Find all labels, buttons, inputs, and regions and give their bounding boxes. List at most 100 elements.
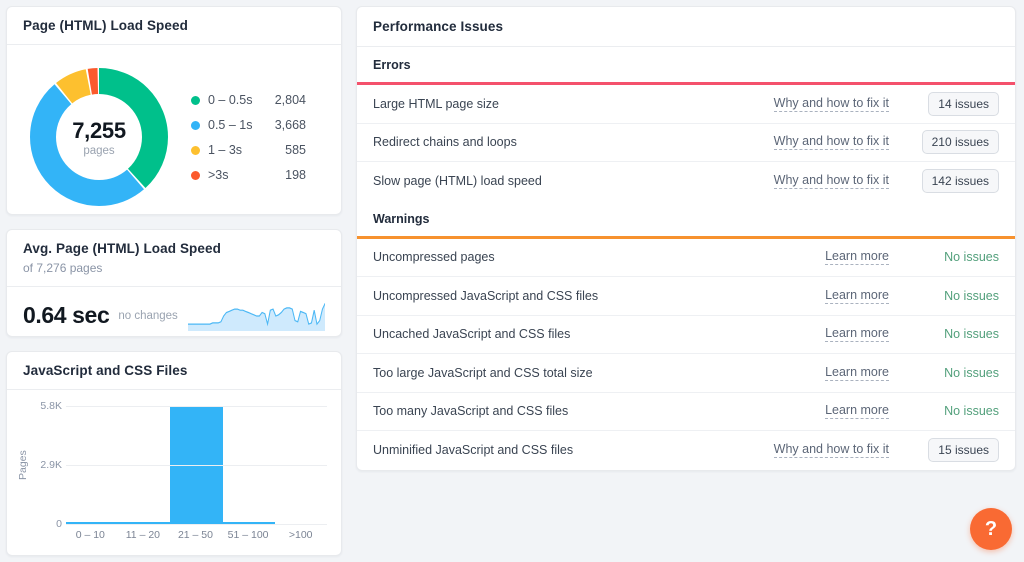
legend-color-dot	[191, 96, 200, 105]
bar-chart-x-tick-label: 11 – 20	[117, 529, 170, 541]
avg-load-speed-value: 0.64 sec	[23, 302, 109, 329]
bar-chart-plot-area	[66, 406, 327, 524]
warnings-section-title: Warnings	[357, 201, 1015, 236]
errors-list: Large HTML page sizeWhy and how to fix i…	[357, 85, 1015, 201]
issue-name: Uncompressed JavaScript and CSS files	[373, 289, 825, 303]
bar-chart-y-tick-label: 2.9K	[40, 459, 62, 471]
issue-count: 142 issues	[915, 169, 999, 193]
issue-row: Large HTML page sizeWhy and how to fix i…	[357, 85, 1015, 124]
help-button[interactable]: ?	[970, 508, 1012, 550]
bar-chart-x-tick-label: 21 – 50	[169, 529, 222, 541]
bar-chart-gridline	[66, 406, 327, 407]
bar-chart-y-tick-label: 5.8K	[40, 400, 62, 412]
issue-row: Too many JavaScript and CSS filesLearn m…	[357, 393, 1015, 432]
issue-name: Uncompressed pages	[373, 250, 825, 264]
issue-help-link[interactable]: Learn more	[825, 249, 889, 265]
issue-row: Slow page (HTML) load speedWhy and how t…	[357, 162, 1015, 201]
issue-help-link[interactable]: Why and how to fix it	[774, 96, 889, 112]
issue-count: No issues	[915, 289, 999, 303]
issue-count: No issues	[915, 404, 999, 418]
issue-help-link[interactable]: Why and how to fix it	[774, 173, 889, 189]
bar-chart-x-tick-label: 0 – 10	[64, 529, 117, 541]
issue-count-badge[interactable]: 15 issues	[928, 438, 999, 462]
issue-row: Redirect chains and loopsWhy and how to …	[357, 124, 1015, 163]
legend-item[interactable]: 0 – 0.5s2,804	[191, 93, 306, 107]
bar-chart-y-axis-title: Pages	[17, 435, 29, 495]
issue-name: Uncached JavaScript and CSS files	[373, 327, 825, 341]
issue-count: No issues	[915, 366, 999, 380]
issue-name: Slow page (HTML) load speed	[373, 174, 774, 188]
performance-issues-card: Performance Issues Errors Large HTML pag…	[356, 6, 1016, 471]
issue-help-link[interactable]: Why and how to fix it	[774, 442, 889, 458]
bar-chart-x-axis-title: Amount	[51, 553, 327, 556]
issue-no-issues-label: No issues	[944, 250, 999, 264]
right-column: Performance Issues Errors Large HTML pag…	[356, 6, 1016, 556]
issue-count: 210 issues	[915, 130, 999, 154]
legend-item[interactable]: 1 – 3s585	[191, 143, 306, 157]
legend-value: 585	[264, 143, 306, 157]
page-load-speed-card-header: Page (HTML) Load Speed	[7, 7, 341, 45]
bar-chart-gridline	[66, 524, 327, 525]
left-column: Page (HTML) Load Speed 7,255 pages	[6, 6, 342, 556]
page-load-speed-title: Page (HTML) Load Speed	[23, 18, 325, 33]
js-css-files-title: JavaScript and CSS Files	[23, 363, 325, 378]
load-speed-donut-chart: 7,255 pages	[13, 55, 185, 215]
issue-count: 15 issues	[915, 438, 999, 462]
issue-row: Uncached JavaScript and CSS filesLearn m…	[357, 316, 1015, 355]
legend-value: 2,804	[264, 93, 306, 107]
avg-load-speed-change: no changes	[118, 310, 177, 322]
issue-count: No issues	[915, 250, 999, 264]
bar-chart-x-ticks: 0 – 1011 – 2021 – 5051 – 100>100	[51, 529, 327, 541]
avg-load-speed-title: Avg. Page (HTML) Load Speed	[23, 241, 325, 256]
issue-count-badge[interactable]: 210 issues	[922, 130, 999, 154]
issue-no-issues-label: No issues	[944, 289, 999, 303]
donut-svg	[13, 55, 185, 215]
js-css-files-body: Pages 02.9K5.8K 0 – 1011 – 2021 – 5051 –…	[7, 390, 341, 556]
issue-help-link[interactable]: Learn more	[825, 288, 889, 304]
issue-count-badge[interactable]: 14 issues	[928, 92, 999, 116]
issue-name: Too large JavaScript and CSS total size	[373, 366, 825, 380]
issue-help-link[interactable]: Why and how to fix it	[774, 134, 889, 150]
warnings-list: Uncompressed pagesLearn moreNo issuesUnc…	[357, 239, 1015, 470]
issue-row: Uncompressed pagesLearn more No issues	[357, 239, 1015, 278]
legend-item[interactable]: >3s198	[191, 168, 306, 182]
bar-chart-y-ticks: 02.9K5.8K	[32, 406, 66, 524]
question-mark-icon: ?	[985, 518, 997, 541]
errors-section-title: Errors	[357, 47, 1015, 82]
issue-row: Uncompressed JavaScript and CSS filesLea…	[357, 277, 1015, 316]
bar-chart-x-tick-label: >100	[274, 529, 327, 541]
issue-count: No issues	[915, 327, 999, 341]
issue-name: Unminified JavaScript and CSS files	[373, 443, 774, 457]
legend-label: 0.5 – 1s	[208, 118, 264, 132]
issue-count-badge[interactable]: 142 issues	[922, 169, 999, 193]
avg-load-speed-body: 0.64 sec no changes	[7, 287, 341, 337]
app-root: Page (HTML) Load Speed 7,255 pages	[0, 0, 1024, 562]
bar-chart-x-tick-label: 51 – 100	[222, 529, 275, 541]
issue-name: Redirect chains and loops	[373, 135, 774, 149]
avg-load-speed-card-header: Avg. Page (HTML) Load Speed of 7,276 pag…	[7, 230, 341, 287]
issue-no-issues-label: No issues	[944, 404, 999, 418]
issue-row: Too large JavaScript and CSS total sizeL…	[357, 354, 1015, 393]
donut-legend: 0 – 0.5s2,8040.5 – 1s3,6681 – 3s585>3s19…	[185, 93, 306, 182]
legend-color-dot	[191, 171, 200, 180]
js-css-files-card: JavaScript and CSS Files Pages 02.9K5.8K…	[6, 351, 342, 556]
issue-no-issues-label: No issues	[944, 327, 999, 341]
issue-count: 14 issues	[915, 92, 999, 116]
legend-color-dot	[191, 121, 200, 130]
js-css-bar-chart: Pages 02.9K5.8K	[17, 406, 327, 524]
legend-label: >3s	[208, 168, 264, 182]
bar-chart-y-tick-label: 0	[56, 518, 62, 530]
issue-help-link[interactable]: Learn more	[825, 365, 889, 381]
legend-color-dot	[191, 146, 200, 155]
issue-help-link[interactable]: Learn more	[825, 403, 889, 419]
legend-label: 1 – 3s	[208, 143, 264, 157]
js-css-files-card-header: JavaScript and CSS Files	[7, 352, 341, 390]
legend-item[interactable]: 0.5 – 1s3,668	[191, 118, 306, 132]
issue-help-link[interactable]: Learn more	[825, 326, 889, 342]
performance-issues-title: Performance Issues	[373, 19, 999, 34]
legend-value: 3,668	[264, 118, 306, 132]
avg-load-speed-sparkline	[188, 301, 325, 331]
sparkline-svg	[188, 301, 325, 331]
avg-load-speed-subtitle: of 7,276 pages	[23, 261, 325, 275]
issue-row: Unminified JavaScript and CSS filesWhy a…	[357, 431, 1015, 470]
